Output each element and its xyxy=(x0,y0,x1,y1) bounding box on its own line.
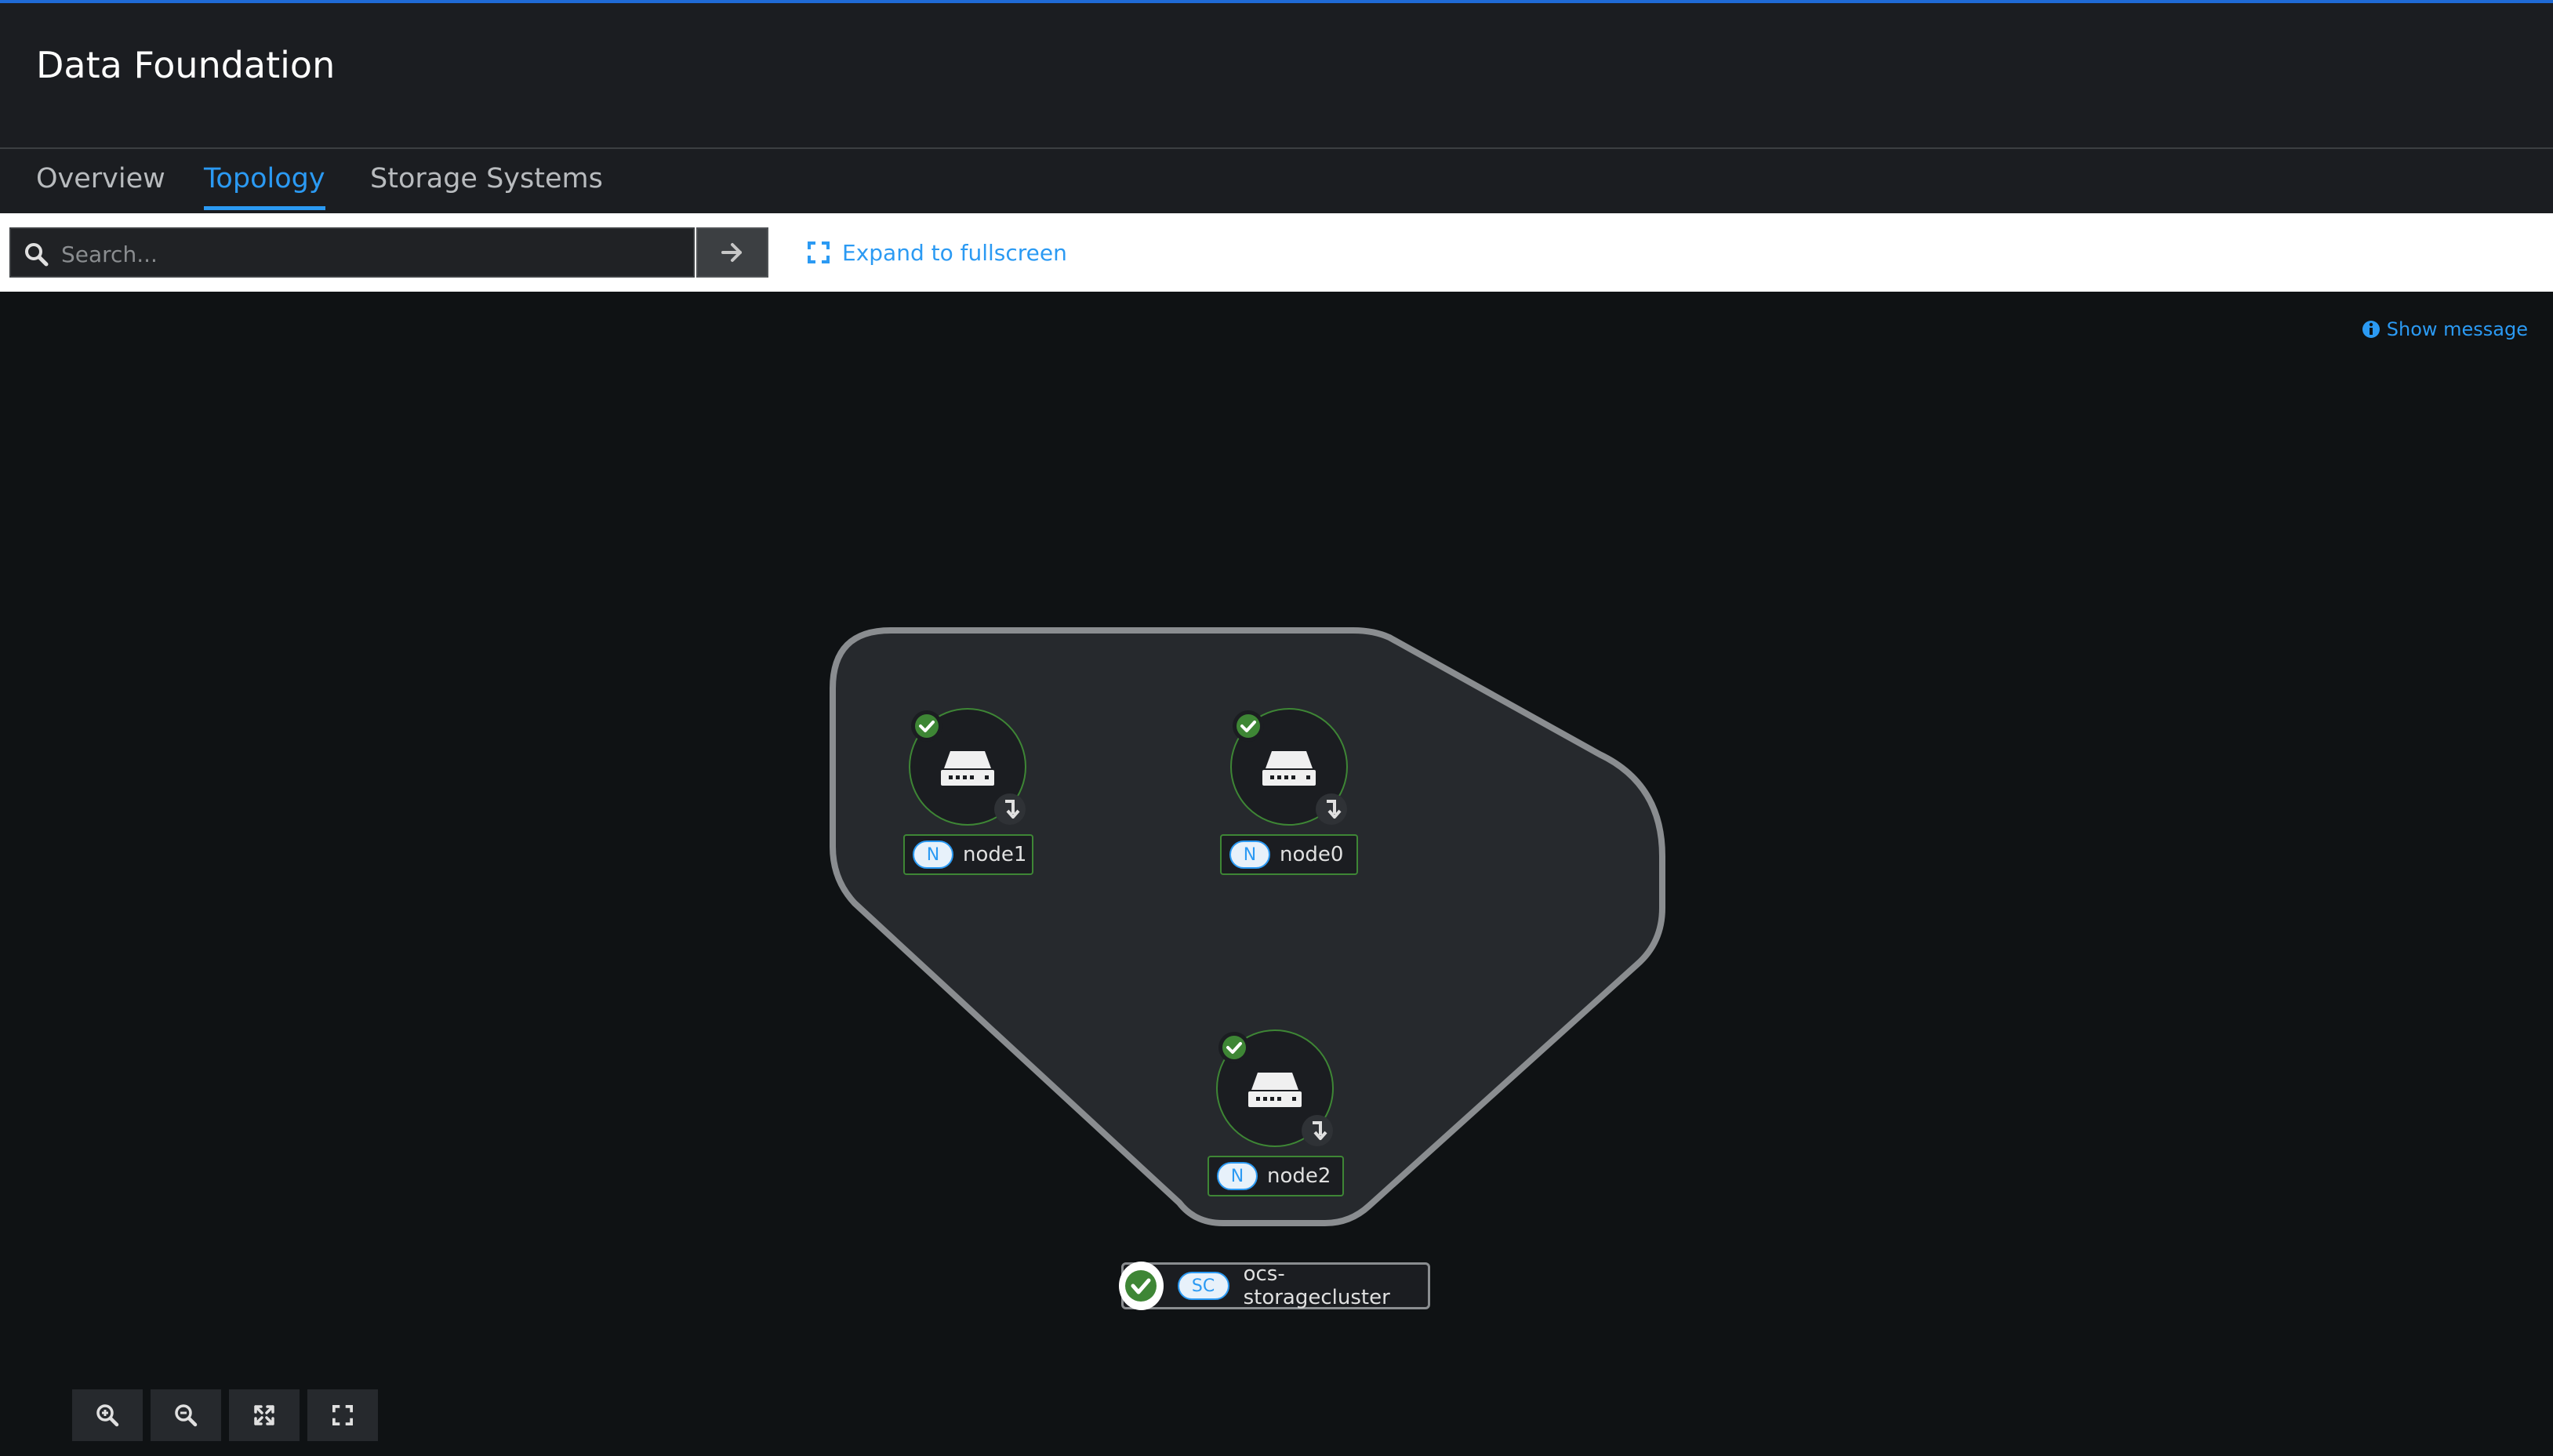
node-badge: N xyxy=(1217,1162,1258,1190)
fullscreen-icon xyxy=(332,1405,353,1425)
zoom-out-button[interactable] xyxy=(151,1389,221,1441)
tab-storage-systems[interactable]: Storage Systems xyxy=(370,163,603,212)
search-submit-button[interactable] xyxy=(696,227,768,278)
node-node0 xyxy=(1230,708,1349,826)
zoom-in-icon xyxy=(96,1404,119,1427)
cluster-name: ocs-storagecluster xyxy=(1243,1262,1390,1309)
search-icon xyxy=(25,243,49,267)
server-icon xyxy=(1262,751,1316,786)
zoom-in-button[interactable] xyxy=(72,1389,143,1441)
zoom-controls xyxy=(72,1389,378,1444)
node-name: node0 xyxy=(1280,843,1344,866)
status-check-icon xyxy=(1231,709,1266,743)
status-check-icon xyxy=(910,709,944,743)
tab-overview[interactable]: Overview xyxy=(36,163,165,212)
reset-view-button[interactable] xyxy=(307,1389,378,1441)
cluster-badge: SC xyxy=(1177,1272,1229,1300)
status-check-icon xyxy=(1125,1270,1157,1302)
decorator-arrow-icon xyxy=(1300,1113,1335,1148)
node-node1 xyxy=(909,708,1027,826)
arrow-right-icon xyxy=(721,243,742,262)
decorator-arrow-icon xyxy=(1314,792,1349,826)
status-check-icon xyxy=(1217,1030,1251,1065)
topology-canvas[interactable]: Show message N node1 N node0 N node2 SC … xyxy=(0,292,2553,1456)
node-label-node1[interactable]: N node1 xyxy=(903,834,1033,875)
node-name: node1 xyxy=(963,843,1027,866)
fit-to-screen-button[interactable] xyxy=(229,1389,300,1441)
expand-fullscreen-link[interactable]: Expand to fullscreen xyxy=(808,235,1067,270)
cluster-status xyxy=(1119,1262,1164,1310)
expand-arrows-icon xyxy=(254,1405,274,1425)
decorator-arrow-icon xyxy=(993,792,1027,826)
expand-icon xyxy=(808,241,830,263)
node-badge: N xyxy=(913,841,953,869)
page-title: Data Foundation xyxy=(36,44,336,86)
tab-topology[interactable]: Topology xyxy=(204,163,325,212)
node-name: node2 xyxy=(1267,1164,1331,1188)
node-label-node2[interactable]: N node2 xyxy=(1208,1156,1344,1196)
tab-bar: Overview Topology Storage Systems xyxy=(0,149,2553,213)
server-icon xyxy=(1248,1073,1302,1107)
toolbar: Expand to fullscreen xyxy=(0,213,2553,292)
storage-cluster-label[interactable]: SC ocs-storagecluster xyxy=(1119,1262,1430,1310)
expand-fullscreen-label: Expand to fullscreen xyxy=(842,239,1067,266)
page-header: Data Foundation xyxy=(0,3,2553,149)
server-icon xyxy=(941,751,994,786)
node-label-node0[interactable]: N node0 xyxy=(1220,834,1358,875)
node-badge: N xyxy=(1229,841,1270,869)
search-box xyxy=(9,227,695,278)
search-input[interactable] xyxy=(60,235,682,273)
zoom-out-icon xyxy=(175,1404,198,1427)
node-node2 xyxy=(1216,1029,1335,1148)
